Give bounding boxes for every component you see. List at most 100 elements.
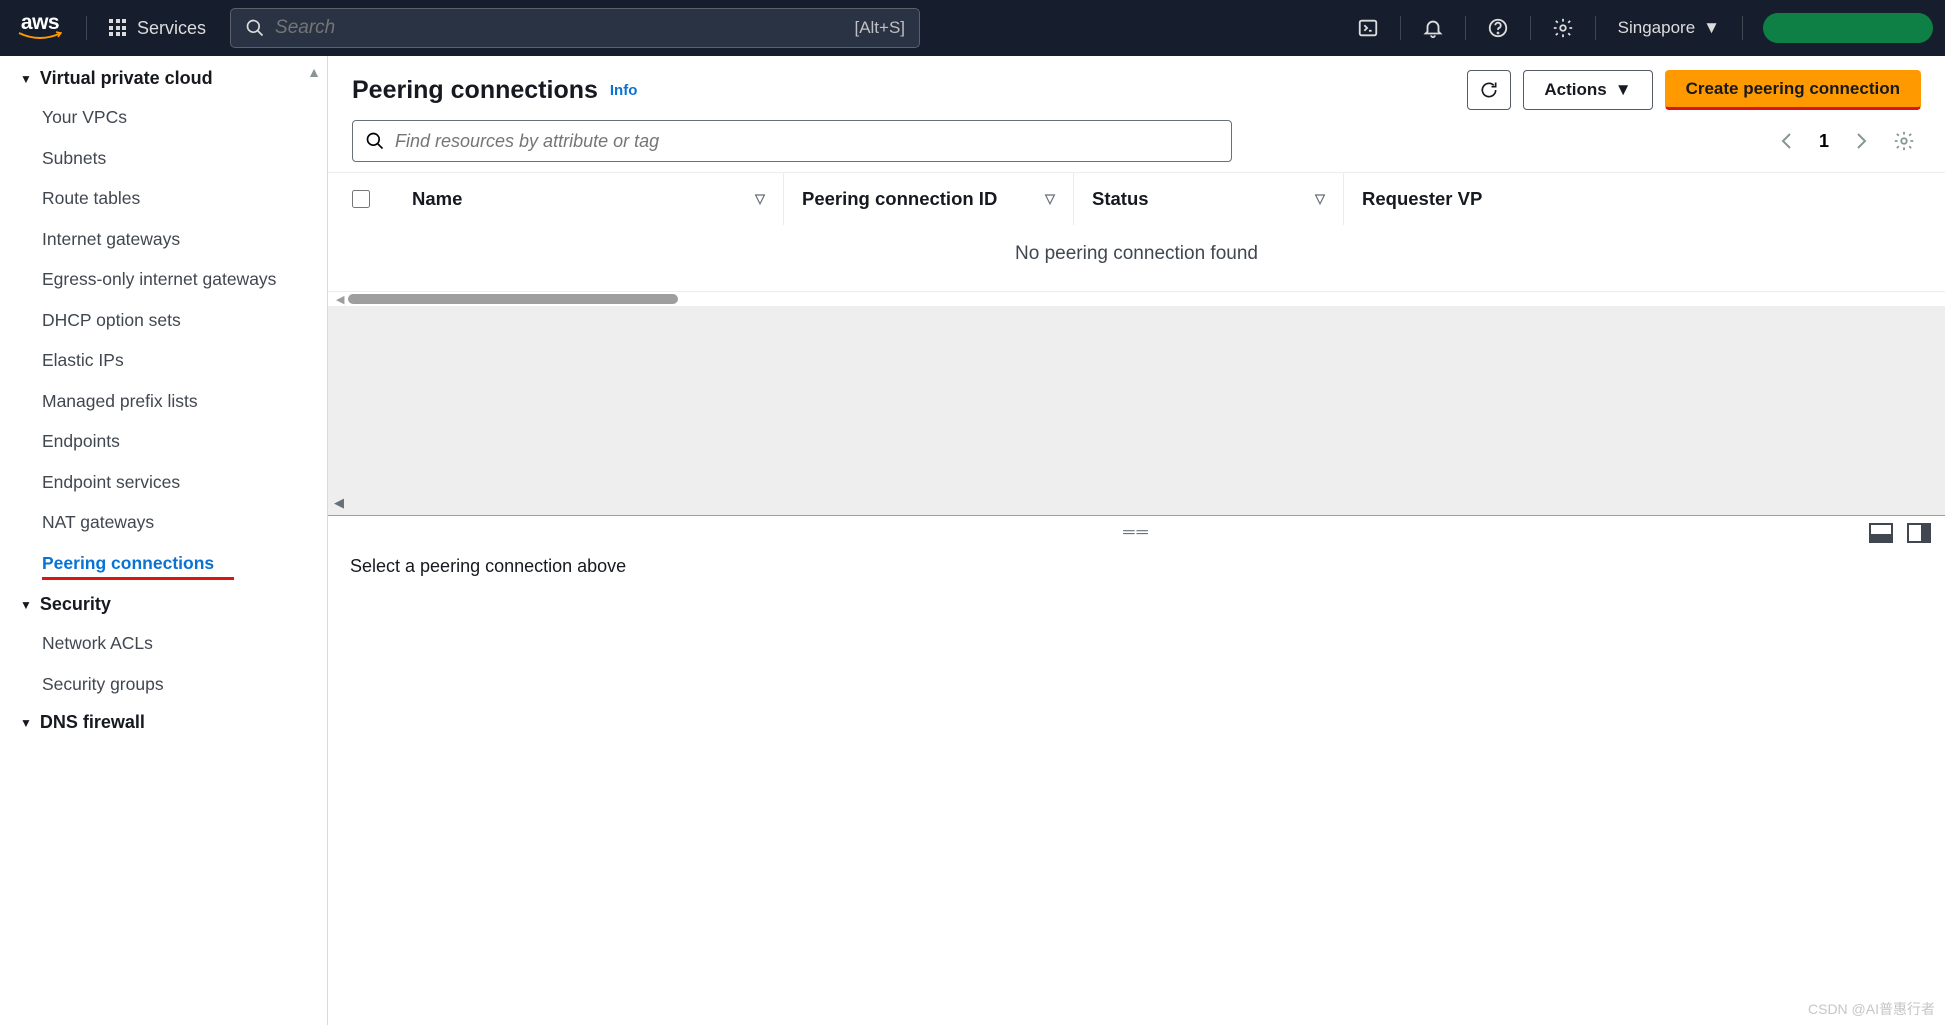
cloudshell-button[interactable] [1346, 8, 1390, 48]
horizontal-scrollbar[interactable]: ◀ [328, 292, 1945, 306]
caret-down-icon: ▼ [1703, 18, 1720, 38]
grid-icon [109, 19, 127, 37]
section-title: Security [40, 594, 111, 615]
divider [1595, 16, 1596, 40]
sidebar-item-security-groups[interactable]: Security groups [0, 664, 327, 705]
table-header-row: Name ▽ Peering connection ID ▽ Status ▽ … [328, 173, 1945, 225]
chevron-right-icon [1855, 131, 1869, 151]
section-title: DNS firewall [40, 712, 145, 733]
create-label: Create peering connection [1686, 79, 1900, 99]
sidebar-item-dhcp-option-sets[interactable]: DHCP option sets [0, 300, 327, 341]
collapse-left-caret[interactable]: ◀ [334, 495, 344, 511]
sidebar-item-internet-gateways[interactable]: Internet gateways [0, 219, 327, 260]
sort-icon: ▽ [1315, 191, 1325, 207]
caret-down-icon: ▼ [1615, 80, 1632, 100]
sidebar: ▲ ▼ Virtual private cloud Your VPCs Subn… [0, 56, 328, 1025]
caret-down-icon: ▼ [20, 598, 32, 612]
scroll-thumb[interactable] [348, 294, 678, 304]
pager-current: 1 [1811, 131, 1837, 152]
search-shortcut: [Alt+S] [854, 18, 905, 38]
column-requester-vpc[interactable]: Requester VP [1344, 173, 1524, 225]
empty-table-message: No peering connection found [328, 225, 1945, 291]
bell-icon [1422, 17, 1444, 39]
caret-down-icon: ▼ [20, 716, 32, 730]
column-peering-id[interactable]: Peering connection ID ▽ [784, 173, 1074, 225]
search-icon [365, 131, 385, 151]
notifications-button[interactable] [1411, 8, 1455, 48]
pager-next[interactable] [1845, 124, 1879, 158]
sidebar-item-endpoint-services[interactable]: Endpoint services [0, 462, 327, 503]
drag-handle-icon[interactable]: ══ [1123, 524, 1150, 542]
top-nav: aws Services [Alt+S] Singapore ▼ [0, 0, 1945, 56]
sidebar-item-your-vpcs[interactable]: Your VPCs [0, 97, 327, 138]
sidebar-item-egress-only-igw[interactable]: Egress-only internet gateways [0, 259, 327, 300]
actions-label: Actions [1544, 80, 1606, 100]
sidebar-item-managed-prefix-lists[interactable]: Managed prefix lists [0, 381, 327, 422]
sidebar-item-subnets[interactable]: Subnets [0, 138, 327, 179]
select-all-cell[interactable] [328, 190, 394, 208]
middle-spacer-panel: ◀ [328, 306, 1945, 516]
layout-side-button[interactable] [1907, 523, 1931, 543]
filter-input[interactable] [395, 131, 1219, 152]
split-panel-header: ══ [328, 516, 1945, 550]
refresh-icon [1479, 80, 1499, 100]
main-content: Peering connections Info Actions ▼ Creat… [328, 56, 1945, 1025]
sidebar-item-peering-connections[interactable]: Peering connections [42, 543, 234, 581]
actions-dropdown[interactable]: Actions ▼ [1523, 70, 1652, 110]
collapse-sidebar-caret[interactable]: ▲ [307, 64, 321, 80]
scroll-track[interactable] [348, 294, 1933, 304]
nav-right: Singapore ▼ [1346, 8, 1933, 48]
sidebar-item-route-tables[interactable]: Route tables [0, 178, 327, 219]
aws-swoosh-icon [18, 31, 62, 41]
aws-logo[interactable]: aws [12, 11, 74, 46]
divider [1530, 16, 1531, 40]
sidebar-item-endpoints[interactable]: Endpoints [0, 421, 327, 462]
filter-input-wrapper[interactable] [352, 120, 1232, 162]
table-preferences-button[interactable] [1887, 124, 1921, 158]
region-selector[interactable]: Singapore ▼ [1606, 18, 1732, 38]
divider [1465, 16, 1466, 40]
filter-row: 1 [328, 120, 1945, 172]
pager: 1 [1769, 124, 1921, 158]
chevron-left-icon [1779, 131, 1793, 151]
sidebar-section-dns-firewall[interactable]: ▼ DNS firewall [0, 704, 327, 741]
settings-button[interactable] [1541, 8, 1585, 48]
help-icon [1487, 17, 1509, 39]
sidebar-item-network-acls[interactable]: Network ACLs [0, 623, 327, 664]
services-menu-button[interactable]: Services [99, 12, 216, 45]
column-status[interactable]: Status ▽ [1074, 173, 1344, 225]
account-pill[interactable] [1763, 13, 1933, 43]
services-label: Services [137, 18, 206, 39]
sidebar-item-elastic-ips[interactable]: Elastic IPs [0, 340, 327, 381]
cloudshell-icon [1357, 17, 1379, 39]
main-header: Peering connections Info Actions ▼ Creat… [328, 56, 1945, 120]
detail-empty-message: Select a peering connection above [350, 556, 1923, 577]
region-label: Singapore [1618, 18, 1696, 38]
search-icon [245, 18, 265, 38]
select-all-checkbox[interactable] [352, 190, 370, 208]
gear-icon [1552, 17, 1574, 39]
info-link[interactable]: Info [610, 82, 638, 99]
table-area: Name ▽ Peering connection ID ▽ Status ▽ … [328, 172, 1945, 292]
sidebar-item-nat-gateways[interactable]: NAT gateways [0, 502, 327, 543]
help-button[interactable] [1476, 8, 1520, 48]
sidebar-section-vpc[interactable]: ▼ Virtual private cloud [0, 60, 327, 97]
divider [1400, 16, 1401, 40]
search-input[interactable] [275, 17, 854, 39]
refresh-button[interactable] [1467, 70, 1511, 110]
scroll-left-arrow[interactable]: ◀ [336, 293, 344, 306]
global-search[interactable]: [Alt+S] [230, 8, 920, 48]
divider [1742, 16, 1743, 40]
pager-prev[interactable] [1769, 124, 1803, 158]
sort-icon: ▽ [755, 191, 765, 207]
create-peering-connection-button[interactable]: Create peering connection [1665, 70, 1921, 110]
page-body: ▲ ▼ Virtual private cloud Your VPCs Subn… [0, 56, 1945, 1025]
section-title: Virtual private cloud [40, 68, 213, 89]
caret-down-icon: ▼ [20, 72, 32, 86]
layout-switcher [1869, 523, 1931, 543]
divider [86, 16, 87, 40]
layout-bottom-button[interactable] [1869, 523, 1893, 543]
sidebar-section-security[interactable]: ▼ Security [0, 586, 327, 623]
column-name[interactable]: Name ▽ [394, 173, 784, 225]
gear-icon [1893, 130, 1915, 152]
